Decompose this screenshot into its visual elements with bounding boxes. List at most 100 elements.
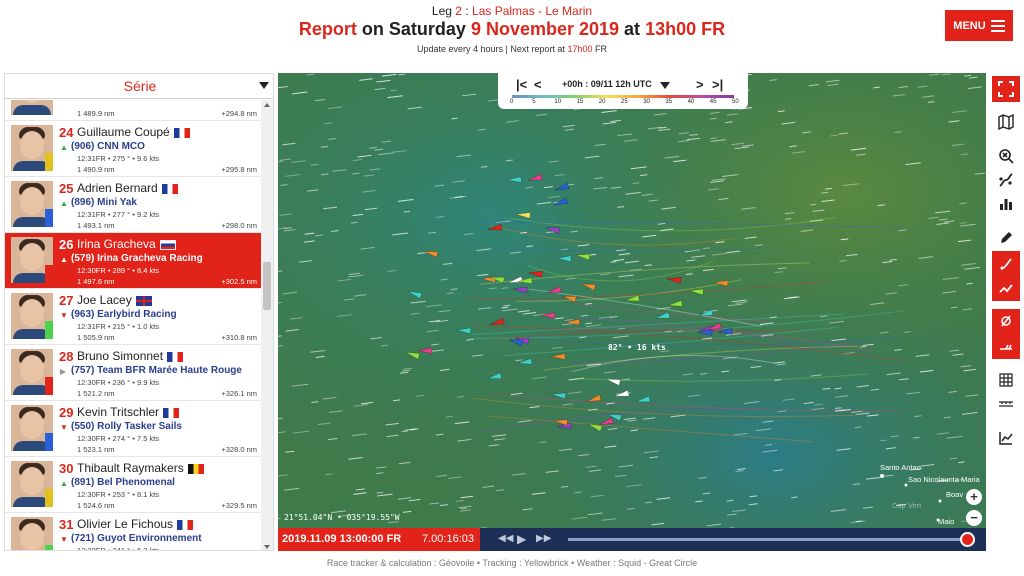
boat-name: (891) Bel Phenomenal: [71, 477, 175, 488]
serie-select[interactable]: Série: [5, 74, 273, 99]
skipper-name: Irina Gracheva: [77, 237, 176, 251]
rank-number: 31: [59, 517, 74, 532]
boat-stats: 12:30FR • 289 ° • 8.4 kts: [77, 266, 160, 275]
boat-name: (896) Mini Yak: [71, 197, 137, 208]
last-step-button[interactable]: >|: [712, 77, 723, 92]
distance-to-leader: +295.8 nm: [221, 165, 257, 174]
trend-chart-icon[interactable]: [992, 425, 1020, 451]
distance-to-finish: 1 489.9 nm: [77, 109, 115, 118]
boat-name: (757) Team BFR Marée Haute Rouge: [71, 365, 242, 376]
rewind-button[interactable]: ◀◀: [498, 533, 513, 544]
skipper-name: Olivier Le Fichous: [77, 517, 194, 531]
zoom-reset-icon[interactable]: [992, 143, 1020, 169]
boat-color-tab: [45, 265, 53, 283]
wind-scale-bar: [512, 95, 734, 98]
boat-stats: 12:31FR • 275 ° • 9.6 kts: [77, 154, 160, 163]
list-item[interactable]: 27 Joe Lacey ▼ (963) Earlybird Racing 12:31F…: [5, 289, 261, 345]
next-step-button[interactable]: >: [696, 77, 704, 92]
pencil-icon[interactable]: [992, 225, 1020, 251]
avatar: [11, 237, 53, 283]
wind-barbs-icon[interactable]: [992, 333, 1020, 359]
race-map[interactable]: |< < +00h : 09/11 12h UTC > >| 0 5 10 15 20 2…: [278, 73, 986, 551]
skipper-name-text: Olivier Le Fichous: [77, 517, 174, 531]
flag-icon: [187, 463, 204, 474]
routes-icon[interactable]: [992, 167, 1020, 193]
wind-tick-label: 50: [732, 99, 739, 105]
wind-tick-label: 30: [643, 99, 650, 105]
report-at: at: [624, 19, 641, 39]
boat-color-tab: [45, 321, 53, 339]
prev-step-button[interactable]: <: [534, 77, 542, 92]
forward-button[interactable]: ▶▶: [536, 533, 551, 544]
scroll-thumb[interactable]: [263, 262, 271, 310]
leg-line: Leg 2 : Las Palmas - Le Marin: [0, 4, 1024, 18]
chevron-down-icon[interactable]: [660, 82, 670, 89]
cursor-coordinates: 21°51.04"N • 035°19.55"W: [284, 513, 400, 522]
ruler-icon[interactable]: [992, 391, 1020, 417]
distance-to-finish: 1 493.1 nm: [77, 221, 115, 230]
skipper-name: Joe Lacey: [77, 293, 152, 307]
ranking-sidebar: Série 1 489.9 nm +294.8 nm 24 Guillaume C…: [4, 73, 274, 551]
date-box: 2019.11.09 13:00:00 FR 7.00:16:03: [278, 528, 480, 551]
skipper-list: 1 489.9 nm +294.8 nm 24 Guillaume Coupé ▲(…: [5, 100, 261, 551]
distance-to-finish: 1 497.6 nm: [77, 277, 115, 286]
boat-color-tab: [45, 489, 53, 507]
rank-number: 24: [59, 125, 74, 140]
layers-a-icon[interactable]: [992, 251, 1020, 277]
avatar: [11, 125, 53, 171]
wind-tick-label: 15: [576, 99, 584, 105]
skipper-name: Bruno Simonnet: [77, 349, 184, 363]
zoom-in-button[interactable]: +: [966, 489, 982, 505]
trend-icon: ▲: [60, 143, 68, 152]
place-label: Sao Nicolaunta Maria: [908, 475, 980, 484]
list-item[interactable]: 29 Kevin Tritschler ▼ (550) Rolly Tasker Sa…: [5, 401, 261, 457]
menu-button[interactable]: MENU: [945, 10, 1013, 41]
list-item[interactable]: 24 Guillaume Coupé ▲ (906) CNN MCO 12:31FR •…: [5, 121, 261, 177]
distance-to-leader: +328.0 nm: [221, 445, 257, 454]
zoom-out-button[interactable]: −: [966, 510, 982, 526]
rank-number: 27: [59, 293, 74, 308]
distance-to-finish: 1 523.1 nm: [77, 445, 115, 454]
list-item-partial[interactable]: 1 489.9 nm +294.8 nm: [5, 100, 261, 121]
map-icon[interactable]: [992, 109, 1020, 135]
boat-name: (906) CNN MCO: [71, 141, 145, 152]
skipper-name-text: Joe Lacey: [77, 293, 132, 307]
scroll-down-icon[interactable]: [264, 545, 270, 549]
flag-icon: [161, 183, 178, 194]
bar-chart-icon[interactable]: [992, 191, 1020, 217]
distance-to-finish: 1 505.9 nm: [77, 333, 115, 342]
list-item[interactable]: 31 Olivier Le Fichous ▼ (721) Guyot Environ…: [5, 513, 261, 551]
place-label: Maio: [938, 517, 955, 526]
skipper-name: Adrien Bernard: [77, 181, 178, 195]
trend-icon: ▼: [60, 311, 68, 320]
fullscreen-icon[interactable]: [992, 76, 1020, 102]
grid-icon[interactable]: [992, 367, 1020, 393]
list-item[interactable]: 26 Irina Gracheva ▲ (579) Irina Gracheva Ra…: [5, 233, 261, 289]
map-toolbar: [989, 73, 1024, 551]
skipper-name: Kevin Tritschler: [77, 405, 180, 419]
list-item[interactable]: 30 Thibault Raymakers ▲ (891) Bel Phenomena…: [5, 457, 261, 513]
timeline-slider[interactable]: [568, 538, 968, 541]
wind-tick-label: 10: [554, 99, 562, 105]
rank-number: 30: [59, 461, 74, 476]
list-item[interactable]: 28 Bruno Simonnet ▶ (757) Team BFR Marée Ha…: [5, 345, 261, 401]
play-button[interactable]: ▶: [517, 532, 526, 546]
flag-icon: [167, 351, 184, 362]
boat-stats: 12:30FR • 241 ° • 6.3 kts: [77, 546, 160, 551]
first-step-button[interactable]: |<: [516, 77, 527, 92]
boat-stats: 12:30FR • 236 ° • 9.9 kts: [77, 378, 160, 387]
boat-color-tab: [45, 433, 53, 451]
timeline-handle[interactable]: [960, 532, 975, 547]
layers-b-icon[interactable]: [992, 275, 1020, 301]
map-canvas[interactable]: [278, 73, 986, 551]
scrollbar[interactable]: [261, 100, 273, 550]
distance-to-leader: +294.8 nm: [221, 109, 257, 118]
scroll-up-icon[interactable]: [264, 103, 270, 107]
rank-number: 26: [59, 237, 74, 252]
skipper-name-text: Irina Gracheva: [77, 237, 156, 251]
list-item[interactable]: 25 Adrien Bernard ▲ (896) Mini Yak 12:31FR •…: [5, 177, 261, 233]
wind-icon[interactable]: [992, 309, 1020, 335]
boat-stats: 12:31FR • 215 ° • 1.0 kts: [77, 322, 160, 331]
avatar: [11, 181, 53, 227]
wind-tick-label: 40: [687, 99, 695, 105]
